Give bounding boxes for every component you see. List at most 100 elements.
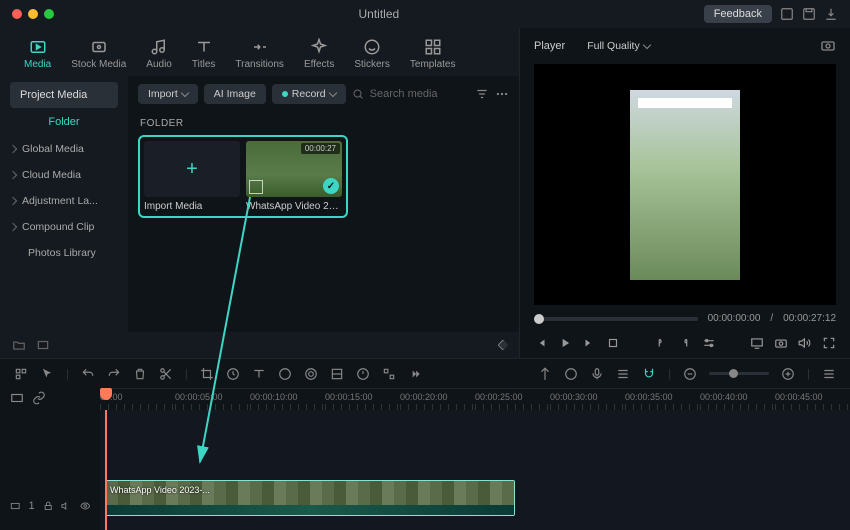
chevron-down-icon <box>328 89 336 97</box>
chevron-right-icon <box>9 145 17 153</box>
more-tools-icon[interactable] <box>408 367 422 381</box>
chevron-right-icon <box>9 223 17 231</box>
delete-icon[interactable] <box>133 367 147 381</box>
render-icon[interactable] <box>616 367 630 381</box>
tab-media[interactable]: Media <box>14 34 61 74</box>
tab-stickers[interactable]: Stickers <box>344 34 400 74</box>
sidebar-item-compound-clip[interactable]: Compound Clip <box>0 214 128 240</box>
video-preview[interactable] <box>534 64 836 305</box>
stop-icon[interactable] <box>606 336 620 350</box>
media-clip-tile[interactable]: 00:00:27 WhatsApp Video 202... <box>246 141 342 212</box>
mixer-icon[interactable] <box>564 367 578 381</box>
tab-titles[interactable]: Titles <box>182 34 226 74</box>
quality-dropdown[interactable]: Full Quality <box>577 36 660 56</box>
timeline-clip[interactable] <box>105 480 515 516</box>
magnet-icon[interactable] <box>642 367 656 381</box>
total-time: 00:00:27:12 <box>783 313 836 324</box>
filter-icon[interactable] <box>475 87 489 101</box>
tab-audio[interactable]: Audio <box>136 34 182 74</box>
timeline-tracks[interactable] <box>100 410 850 530</box>
feedback-button[interactable]: Feedback <box>704 5 772 23</box>
text-icon[interactable] <box>252 367 266 381</box>
import-media-tile[interactable]: + Import Media <box>144 141 240 212</box>
player-controls <box>520 332 850 358</box>
media-toolbar: Import AI Image Record Search media <box>138 76 509 112</box>
undo-icon[interactable] <box>81 367 95 381</box>
main-tabs: Media Stock Media Audio Titles Transitio… <box>0 28 519 76</box>
lock-icon[interactable] <box>43 500 53 512</box>
fullscreen-icon[interactable] <box>822 336 836 350</box>
tab-transitions[interactable]: Transitions <box>225 34 294 74</box>
next-frame-icon[interactable] <box>582 336 596 350</box>
redo-icon[interactable] <box>107 367 121 381</box>
ai-image-button[interactable]: AI Image <box>204 84 266 104</box>
minimize-window[interactable] <box>28 9 38 19</box>
folder-section-label: FOLDER <box>138 112 509 135</box>
timeline-ruler[interactable]: 00:00 00:00:05:00 00:00:10:00 00:00:15:0… <box>100 388 850 410</box>
volume-icon[interactable] <box>798 336 812 350</box>
split-icon[interactable] <box>159 367 173 381</box>
video-track-icon[interactable] <box>10 500 20 512</box>
chevron-down-icon <box>181 89 189 97</box>
camera-icon[interactable] <box>774 336 788 350</box>
aspect-ratio-icon <box>249 180 263 194</box>
current-time: 00:00:00:00 <box>708 313 761 324</box>
keyframe-icon[interactable] <box>356 367 370 381</box>
cursor-tool-icon[interactable] <box>40 367 54 381</box>
play-icon[interactable] <box>558 336 572 350</box>
scrub-track[interactable] <box>534 317 698 321</box>
snapshot-icon[interactable] <box>820 38 836 54</box>
checkmark-badge <box>323 178 339 194</box>
prev-frame-icon[interactable] <box>534 336 548 350</box>
track-link2-icon[interactable] <box>32 391 46 405</box>
tab-templates[interactable]: Templates <box>400 34 466 74</box>
zoom-slider[interactable] <box>709 372 769 375</box>
media-thumbnails: + Import Media 00:00:27 WhatsApp Video 2… <box>138 135 348 218</box>
mute-icon[interactable] <box>61 500 71 512</box>
media-sidebar: Project Media Folder Global Media Cloud … <box>0 76 128 332</box>
search-input[interactable]: Search media <box>352 88 469 100</box>
sidebar-item-global-media[interactable]: Global Media <box>0 136 128 162</box>
display-icon[interactable] <box>750 336 764 350</box>
zoom-in-icon[interactable] <box>781 367 795 381</box>
playhead[interactable] <box>105 410 107 530</box>
voiceover-icon[interactable] <box>590 367 604 381</box>
export-icon[interactable] <box>824 7 838 21</box>
close-window[interactable] <box>12 9 22 19</box>
visibility-icon[interactable] <box>80 500 90 512</box>
selection-tool-icon[interactable] <box>14 367 28 381</box>
settings-icon[interactable] <box>702 336 716 350</box>
speed-icon[interactable] <box>226 367 240 381</box>
project-media-header[interactable]: Project Media <box>10 82 118 108</box>
color-icon[interactable] <box>278 367 292 381</box>
window-controls <box>12 9 54 19</box>
record-dot-icon <box>282 91 288 97</box>
tab-effects[interactable]: Effects <box>294 34 344 74</box>
new-folder-icon[interactable] <box>12 338 26 352</box>
import-dropdown[interactable]: Import <box>138 84 198 104</box>
folder-label[interactable]: Folder <box>0 108 128 136</box>
tracking-icon[interactable] <box>382 367 396 381</box>
marker-icon[interactable] <box>538 367 552 381</box>
new-bin-icon[interactable] <box>36 338 50 352</box>
crop-icon[interactable] <box>200 367 214 381</box>
mark-in-icon[interactable] <box>654 336 668 350</box>
record-dropdown[interactable]: Record <box>272 84 346 104</box>
layout-icon[interactable] <box>780 7 794 21</box>
preview-frame <box>630 90 740 280</box>
zoom-out-icon[interactable] <box>683 367 697 381</box>
mask-icon[interactable] <box>330 367 344 381</box>
scrub-bar: 00:00:00:00 / 00:00:27:12 <box>520 305 850 332</box>
maximize-window[interactable] <box>44 9 54 19</box>
fit-icon[interactable] <box>822 367 836 381</box>
sidebar-item-photos-library[interactable]: Photos Library <box>0 240 128 266</box>
collapse-icon[interactable] <box>497 339 508 350</box>
more-icon[interactable] <box>495 87 509 101</box>
sidebar-item-adjustment-layer[interactable]: Adjustment La... <box>0 188 128 214</box>
greenscreen-icon[interactable] <box>304 367 318 381</box>
mark-out-icon[interactable] <box>678 336 692 350</box>
save-icon[interactable] <box>802 7 816 21</box>
track-link-icon[interactable] <box>10 391 24 405</box>
sidebar-item-cloud-media[interactable]: Cloud Media <box>0 162 128 188</box>
tab-stock-media[interactable]: Stock Media <box>61 34 136 74</box>
